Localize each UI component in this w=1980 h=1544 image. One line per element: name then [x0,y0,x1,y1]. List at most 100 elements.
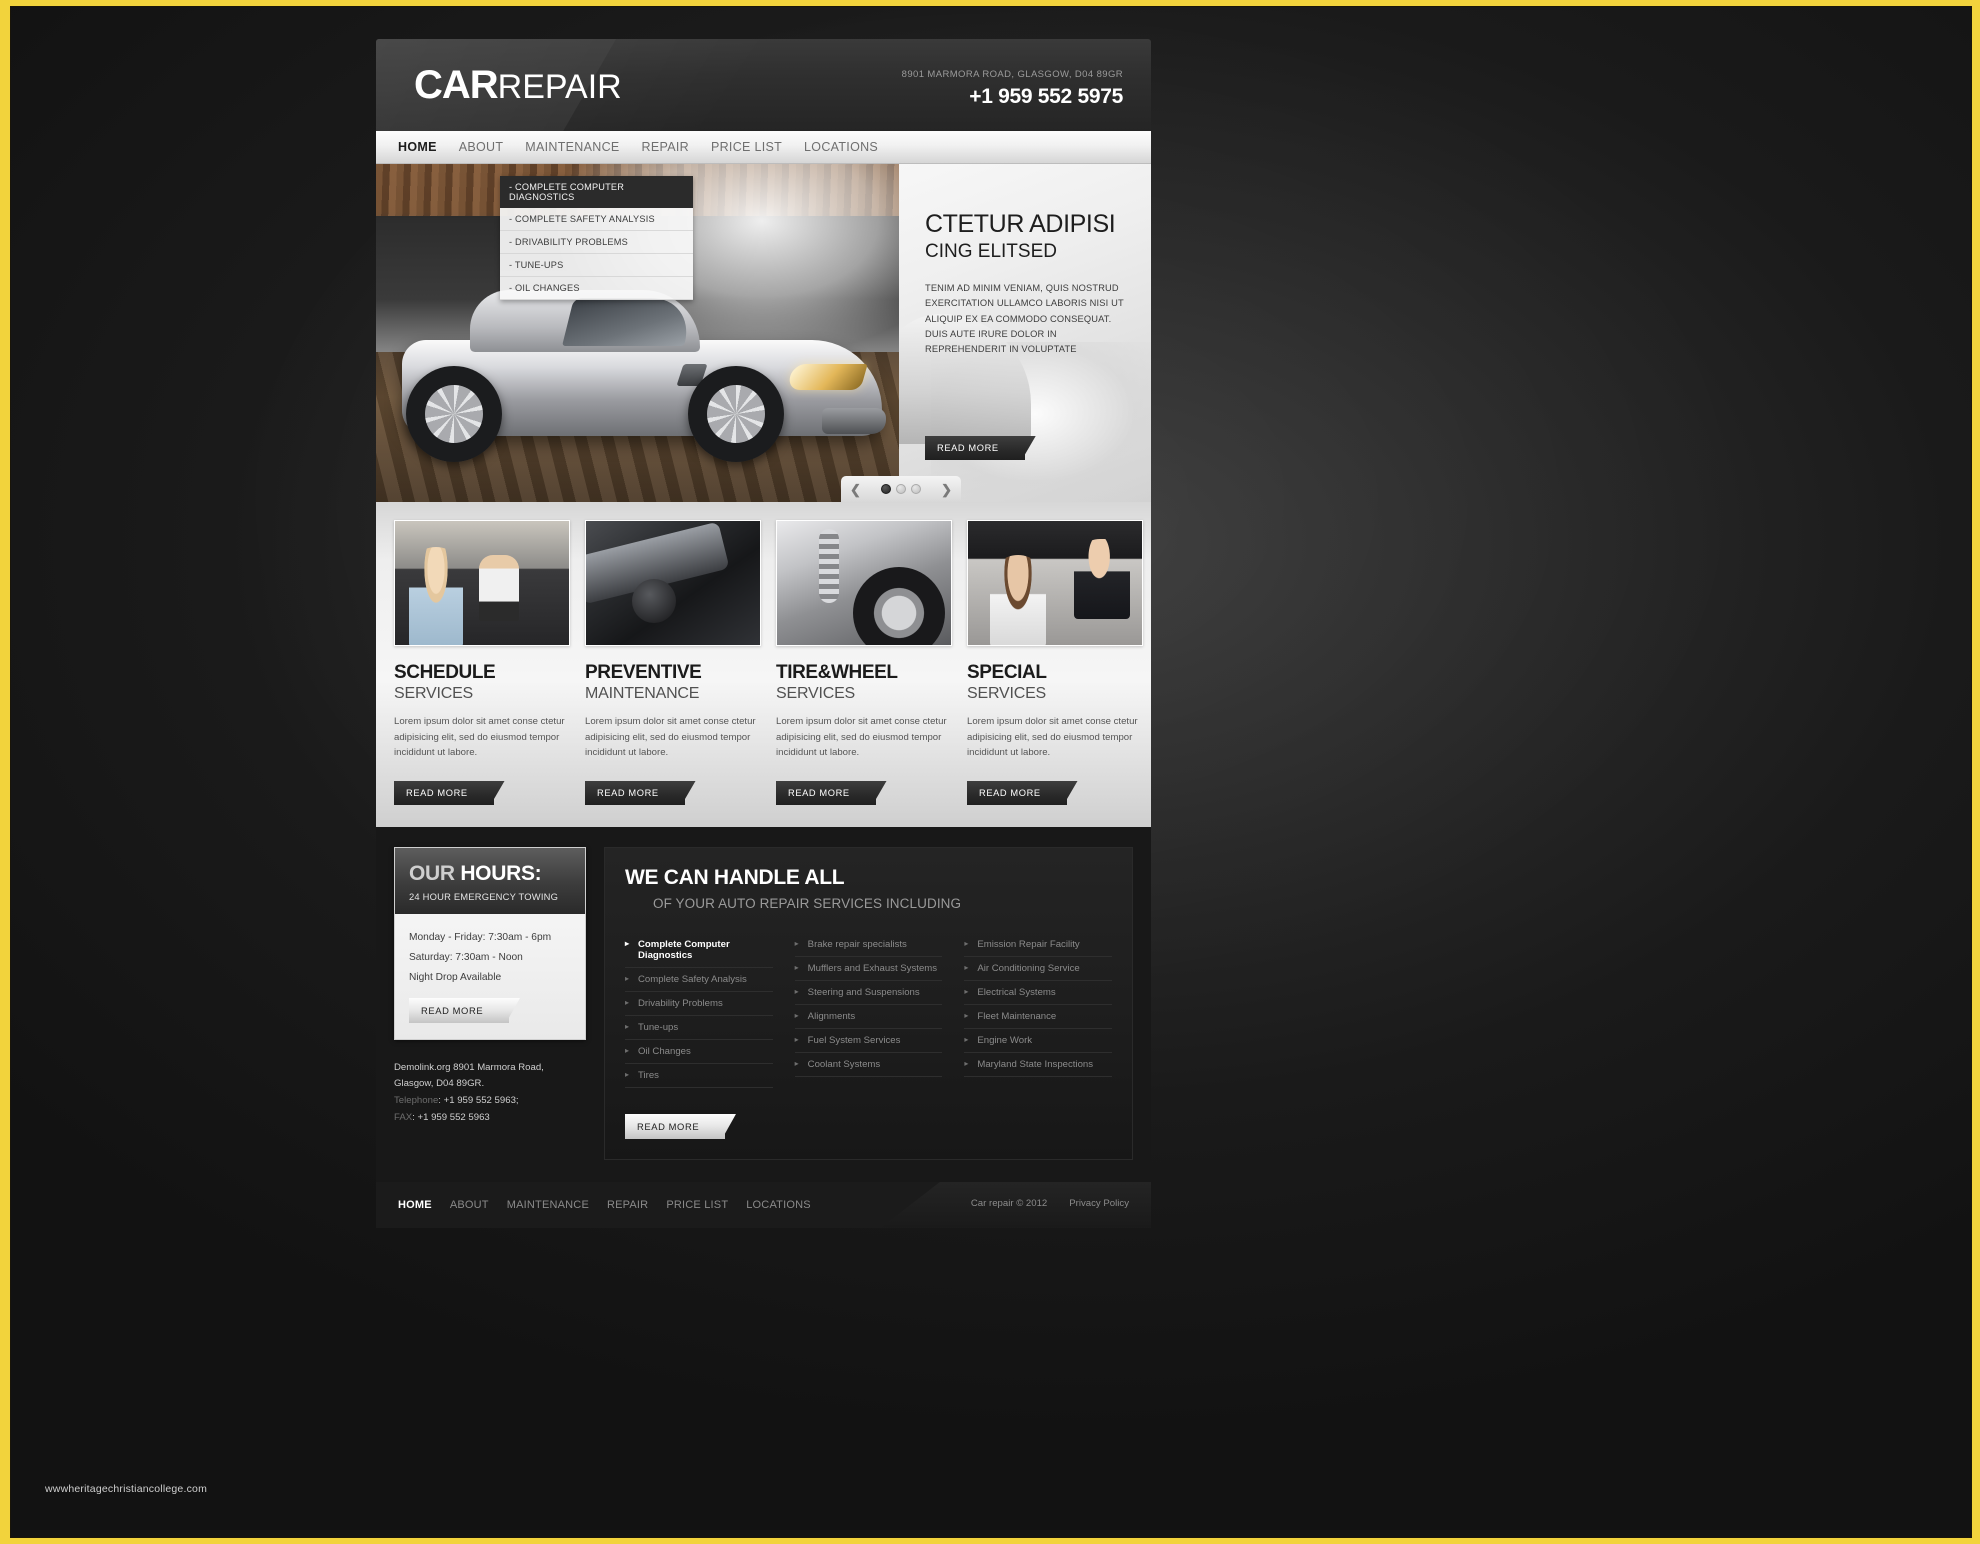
slider-dot-3[interactable] [911,484,921,494]
slider-dot-1[interactable] [881,484,891,494]
fax-value: : +1 959 552 5963 [412,1111,490,1123]
service-title-light: MAINTENANCE [585,685,700,702]
slider-feature-item[interactable]: - TUNE-UPS [500,254,693,277]
service-description: Lorem ipsum dolor sit amet conse ctetur … [967,716,1138,759]
site-header: CARREPAIR 8901 MARMORA ROAD, GLASGOW, D0… [376,39,1151,131]
service-list-item[interactable]: Electrical Systems [964,981,1113,1005]
footer-nav-home[interactable]: HOME [398,1199,432,1211]
header-phone[interactable]: +1 959 552 5975 [902,85,1123,109]
service-card: TIRE&WHEEL SERVICES Lorem ipsum dolor si… [776,520,952,805]
service-title-bold: SCHEDULE [394,662,496,683]
service-description: Lorem ipsum dolor sit amet conse ctetur … [394,716,565,759]
service-list-item[interactable]: Coolant Systems [794,1053,943,1077]
service-list-item[interactable]: Air Conditioning Service [964,957,1113,981]
slider-feature-item[interactable]: - COMPLETE SAFETY ANALYSIS [500,208,693,231]
footer-nav-repair[interactable]: REPAIR [607,1199,648,1211]
footer-privacy-policy-link[interactable]: Privacy Policy [1069,1198,1129,1209]
nav-item-price-list[interactable]: PRICE LIST [711,140,782,154]
slider-feature-item[interactable]: - DRIVABILITY PROBLEMS [500,231,693,254]
service-list-item[interactable]: Drivability Problems [625,992,773,1016]
fax-label: FAX [394,1111,413,1123]
slider-dot-2[interactable] [896,484,906,494]
contact-address-line2: Glasgow, D04 89GR. [394,1078,485,1090]
hours-read-more-button[interactable]: READ MORE [409,997,510,1023]
suspension-wheel-photo [776,520,952,646]
hours-title-dim: OUR [409,861,461,885]
silver-car-illustration [392,274,892,464]
hours-column: OUR HOURS: 24 HOUR EMERGENCY TOWING Mond… [394,846,586,1160]
slider-feature-list: - COMPLETE COMPUTER DIAGNOSTICS - COMPLE… [500,176,693,300]
service-list-item[interactable]: Complete Safety Analysis [625,968,773,992]
slider-dots [881,484,921,494]
nav-item-locations[interactable]: LOCATIONS [804,140,878,154]
logo-light-text: REPAIR [497,68,622,106]
service-list-item[interactable]: Complete Computer Diagnostics [625,933,773,968]
service-list-item[interactable]: Engine Work [964,1029,1113,1053]
hero-slider: - COMPLETE COMPUTER DIAGNOSTICS - COMPLE… [376,164,1151,502]
telephone-label: Telephone [394,1095,439,1107]
service-list-item[interactable]: Mufflers and Exhaust Systems [794,957,943,981]
service-list-column-2: Brake repair specialists Mufflers and Ex… [794,933,943,1088]
hero-subtitle: CING ELITSED [925,241,1057,262]
customer-keys-photo [967,520,1143,646]
service-read-more-button[interactable]: READ MORE [967,780,1067,805]
service-list-item[interactable]: Fleet Maintenance [964,1005,1113,1029]
handle-subtitle: OF YOUR AUTO REPAIR SERVICES INCLUDING [653,895,962,911]
service-title-light: SERVICES [394,685,474,702]
contact-address-line1: Demolink.org 8901 Marmora Road, [394,1061,544,1073]
service-title-bold: PREVENTIVE [585,662,702,683]
service-list-item[interactable]: Maryland State Inspections [964,1053,1113,1077]
nav-item-maintenance[interactable]: MAINTENANCE [525,140,619,154]
our-hours-box: OUR HOURS: 24 HOUR EMERGENCY TOWING Mond… [394,846,586,1040]
telephone-value[interactable]: : +1 959 552 5963; [438,1095,518,1106]
service-title-bold: SPECIAL [967,662,1047,683]
nav-item-about[interactable]: ABOUT [459,140,504,154]
slider-feature-item[interactable]: - OIL CHANGES [500,277,693,300]
hours-line: Monday - Friday: 7:30am - 6pm [409,931,552,943]
slider-feature-item[interactable]: - COMPLETE COMPUTER DIAGNOSTICS [500,176,693,208]
slider-next-icon[interactable]: ❯ [941,483,952,496]
service-read-more-button[interactable]: READ MORE [394,780,494,805]
footer-nav-price-list[interactable]: PRICE LIST [666,1199,728,1211]
hero-title: CTETUR ADIPISI [925,210,1116,238]
service-read-more-button[interactable]: READ MORE [776,780,876,805]
header-address: 8901 MARMORA ROAD, GLASGOW, D04 89GR [901,69,1123,80]
service-list-item[interactable]: Steering and Suspensions [794,981,943,1005]
nav-item-home[interactable]: HOME [398,140,437,154]
service-list-item[interactable]: Tires [625,1064,773,1088]
service-list-item[interactable]: Tune-ups [625,1016,773,1040]
service-list-item[interactable]: Brake repair specialists [794,933,943,957]
service-list-item[interactable]: Emission Repair Facility [964,933,1113,957]
hours-header: OUR HOURS: 24 HOUR EMERGENCY TOWING [395,847,585,914]
website-container: CARREPAIR 8901 MARMORA ROAD, GLASGOW, D0… [376,39,1151,1228]
hero-read-more-button[interactable]: READ MORE [925,436,1025,460]
service-list-item[interactable]: Alignments [794,1005,943,1029]
hours-title-bright: HOURS: [460,861,542,885]
handle-title: WE CAN HANDLE ALL [625,865,845,889]
header-contact-block: 8901 MARMORA ROAD, GLASGOW, D04 89GR +1 … [901,69,1124,109]
site-logo[interactable]: CARREPAIR [414,63,622,108]
footer-nav-maintenance[interactable]: MAINTENANCE [507,1199,589,1211]
service-list-item[interactable]: Fuel System Services [794,1029,943,1053]
service-list-column-1: Complete Computer Diagnostics Complete S… [625,933,773,1088]
service-card: SPECIAL SERVICES Lorem ipsum dolor sit a… [967,520,1143,805]
footer-nav-about[interactable]: ABOUT [450,1199,489,1211]
service-list-item[interactable]: Oil Changes [625,1040,773,1064]
handle-read-more-button[interactable]: READ MORE [625,1113,726,1139]
nav-item-repair[interactable]: REPAIR [642,140,689,154]
hours-subtitle: 24 HOUR EMERGENCY TOWING [409,890,559,902]
service-read-more-button[interactable]: READ MORE [585,780,685,805]
slider-controls: ❮ ❯ [841,476,961,502]
service-title-light: SERVICES [776,685,856,702]
slider-prev-icon[interactable]: ❮ [850,483,861,496]
service-title-light: SERVICES [967,685,1047,702]
services-section: SCHEDULE SERVICES Lorem ipsum dolor sit … [376,502,1151,827]
footer-nav-locations[interactable]: LOCATIONS [746,1199,811,1211]
hero-slide-image: - COMPLETE COMPUTER DIAGNOSTICS - COMPLE… [376,164,899,502]
service-description: Lorem ipsum dolor sit amet conse ctetur … [776,716,947,759]
contact-fax-row: FAX: +1 959 552 5963 [394,1110,586,1127]
service-title-bold: TIRE&WHEEL [776,662,898,683]
service-list-column-3: Emission Repair Facility Air Conditionin… [964,933,1113,1088]
service-description: Lorem ipsum dolor sit amet conse ctetur … [585,716,756,759]
contact-telephone-row: Telephone: +1 959 552 5963; [394,1093,586,1110]
